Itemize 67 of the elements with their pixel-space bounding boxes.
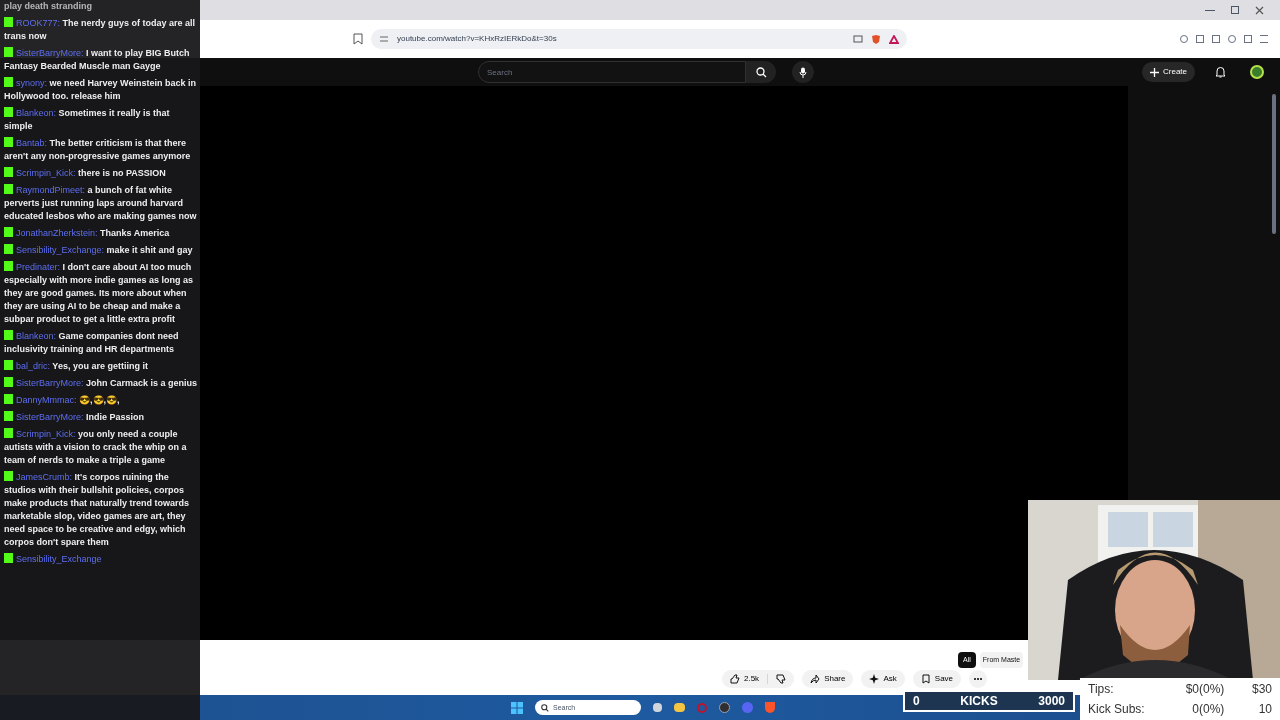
chat-message: DannyMmmac: 😎,😎,😎, [4, 394, 120, 407]
address-bar[interactable]: youtube.com/watch?v=KHxRzIERkDo&t=30s [371, 29, 907, 49]
chat-message: SisterBarryMore: Indie Passion [4, 411, 145, 424]
kick-badge-icon [4, 77, 13, 87]
chat-message: Bantab: The better criticism is that there aren't any non-progressive games anymore [4, 137, 192, 163]
plus-icon [1150, 67, 1159, 77]
search-button[interactable] [746, 61, 776, 83]
bell-icon[interactable] [1215, 66, 1226, 78]
share-button[interactable]: Share [802, 670, 854, 688]
search-field[interactable]: Search [478, 61, 746, 83]
microphone-button[interactable] [792, 61, 814, 83]
chat-message: Sensibility_Exchange [4, 553, 102, 566]
kick-badge-icon [4, 137, 13, 147]
goal-label: Tips: [1088, 681, 1115, 698]
kick-badge-icon [4, 553, 13, 563]
chat-message: Scrimpin_Kick: you only need a couple autists with a vision to crack the whip on a team of nerds to make a triple a game [4, 428, 188, 467]
chat-message: play death stranding [4, 0, 92, 13]
url-text: youtube.com/watch?v=KHxRzIERkDo&t=30s [397, 33, 558, 45]
avatar[interactable] [1250, 65, 1264, 79]
chat-message: synony: we need Harvey Weinstein back in Hollywood too. release him [4, 77, 197, 103]
chat-message: SisterBarryMore: John Carmack is a genius [4, 377, 198, 390]
chat-message: JonathanZherkstein: Thanks America [4, 227, 170, 240]
chat-message: ROOK777: The nerdy guys of today are all trans now [4, 17, 197, 43]
goal-value: 0(0%) [1191, 701, 1226, 718]
goal-target: 10 [1258, 701, 1272, 718]
ask-button[interactable]: Ask [861, 670, 905, 688]
chat-message: JamesCrumb: It's corpos ruining the studios with their bullshit policies, corpos make products that naturally trend towards marketable slop, video games are art, they need space to be creative and edgy, which corpos don't spare them [4, 471, 191, 549]
share-icon [810, 674, 821, 684]
chat-message: Blankeon: Sometimes it really is that simple [4, 107, 171, 133]
chat-message: Blankeon: Game companies dont need inclusivity training and HR departments [4, 330, 180, 356]
like-button[interactable]: 2.5k [722, 673, 768, 685]
kick-badge-icon [4, 47, 13, 57]
save-button[interactable]: Save [912, 670, 962, 688]
task-view-icon[interactable] [653, 703, 662, 712]
search-icon [755, 66, 767, 78]
more-button[interactable] [969, 670, 988, 688]
kick-badge-icon [4, 471, 13, 481]
thumbs-down-icon [776, 674, 787, 684]
goal-label: Kick Subs: [1088, 701, 1146, 718]
chat-message: RaymondPimeet: a bunch of fat white perverts just running laps around harvard educated lesbos who are making games now [4, 184, 198, 223]
bookmark-icon[interactable] [353, 33, 363, 45]
close-icon[interactable] [1255, 5, 1264, 15]
goal-value: $0(0%) [1184, 681, 1226, 698]
chat-message: SisterBarryMore: I want to play BIG Butch Fantasy Bearded Muscle man Gayge [4, 47, 191, 73]
ask-icon [869, 674, 880, 684]
windows-start-icon[interactable] [511, 701, 523, 714]
kick-badge-icon [4, 17, 13, 27]
chat-message: Scrimpin_Kick: there is no PASSION [4, 167, 166, 180]
microphone-icon [799, 66, 807, 78]
cast-icon[interactable] [853, 35, 863, 43]
thumbs-up-icon [730, 674, 740, 684]
kicks-count: 0 [913, 693, 920, 710]
create-button[interactable]: Create [1142, 62, 1195, 82]
kick-badge-icon [4, 330, 13, 340]
chat-message: bal_dric: Yes, you are gettiing it [4, 360, 148, 373]
triangle-icon[interactable] [889, 34, 899, 44]
kicks-target: 3000 [1038, 693, 1065, 710]
kick-badge-icon [4, 107, 13, 117]
kicks-label: KICKS [959, 693, 999, 710]
scrollbar[interactable] [1272, 94, 1276, 234]
folder-icon[interactable] [674, 703, 685, 712]
chat-message: Sensibility_Exchange: make it shit and gay [4, 244, 193, 257]
minimize-button[interactable] [1205, 9, 1215, 11]
restore-button[interactable] [1231, 6, 1239, 14]
save-icon [920, 674, 931, 684]
goal-target: $30 [1251, 681, 1272, 698]
chat-message: Predinater: I don't care about AI too much especially with more indie games as long as they are good games. Its more about when they are using AI to be cheap and make a subpar product to get a little extra profit [4, 261, 195, 326]
